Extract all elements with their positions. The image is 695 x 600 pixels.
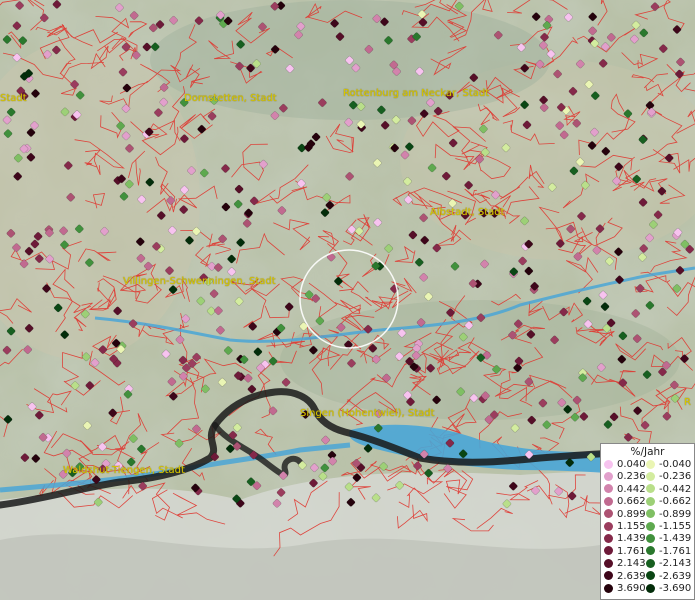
legend-value: 0.899	[617, 508, 646, 520]
legend-entry: -1.439	[646, 533, 691, 544]
legend-swatch	[646, 571, 655, 581]
legend-swatch	[646, 558, 655, 568]
city-label: Villingen-Schwenningen, Stadt	[123, 276, 276, 287]
legend-swatch	[646, 459, 655, 469]
legend-value: 1.761	[617, 545, 646, 557]
city-label: Dornstetten, Stadt	[184, 93, 277, 104]
city-label: R	[684, 397, 691, 408]
legend-swatch	[604, 496, 613, 506]
legend-value: 0.442	[617, 483, 646, 495]
legend-value: -2.639	[659, 570, 692, 582]
legend-swatch	[604, 471, 613, 481]
legend-title: %/Jahr	[630, 446, 665, 458]
legend-value: 0.040	[617, 459, 646, 470]
legend-value: 2.143	[617, 558, 646, 570]
legend-entry: 1.439	[604, 533, 646, 544]
legend-entry: 3.690	[604, 583, 646, 594]
legend-swatch	[646, 546, 655, 556]
city-label: Albstadt, Stadt	[430, 207, 505, 218]
legend-entry: 0.236	[604, 471, 646, 482]
legend-entry: -0.442	[646, 484, 691, 495]
legend-entry: 1.155	[604, 521, 646, 532]
legend-swatch	[646, 583, 655, 593]
legend-entry: 2.639	[604, 571, 646, 582]
legend-entry: 2.143	[604, 558, 646, 569]
city-label: Singen (Hohentwiel), Stadt	[300, 408, 435, 419]
legend-value: -0.236	[659, 471, 692, 483]
legend-entry: -0.040	[646, 459, 691, 470]
legend-value: -0.442	[659, 483, 692, 495]
legend-entry: 0.442	[604, 484, 646, 495]
legend-swatch	[604, 546, 613, 556]
legend-value: -0.662	[659, 496, 692, 508]
legend-value: 1.439	[617, 533, 646, 545]
city-label: Stadt	[0, 93, 27, 104]
legend-entry: -0.899	[646, 509, 691, 520]
legend-swatch	[604, 484, 613, 494]
legend-swatch	[646, 521, 655, 531]
legend-swatch	[646, 484, 655, 494]
legend-value: -1.155	[659, 521, 692, 532]
legend-swatch	[646, 533, 655, 543]
legend-value: -3.690	[659, 583, 692, 594]
legend-value: -1.761	[659, 545, 692, 557]
legend-value: 0.236	[617, 471, 646, 483]
city-label: Waldshut-Tiengen, Stadt	[63, 465, 185, 476]
legend-entry: 0.662	[604, 496, 646, 507]
legend: %/Jahr 0.040 -0.040 0.236 -0.236 0.442 -0.442…	[600, 443, 695, 600]
legend-entry: -0.662	[646, 496, 691, 507]
legend-entry: -2.639	[646, 571, 691, 582]
legend-entry: -2.143	[646, 558, 691, 569]
legend-value: 2.639	[617, 570, 646, 582]
legend-swatch	[604, 533, 613, 543]
legend-value: 0.662	[617, 496, 646, 508]
legend-value: -0.040	[659, 459, 692, 470]
legend-value: -2.143	[659, 558, 692, 570]
legend-swatch	[604, 583, 613, 593]
city-label: Rottenburg am Neckar, Stadt	[343, 88, 490, 99]
legend-entry: -1.155	[646, 521, 691, 532]
legend-swatch	[646, 496, 655, 506]
legend-entry: -0.236	[646, 471, 691, 482]
legend-value: -0.899	[659, 508, 692, 520]
legend-entry: 0.040	[604, 459, 646, 470]
legend-entry: 0.899	[604, 509, 646, 520]
legend-value: 3.690	[617, 583, 646, 594]
legend-entry: 1.761	[604, 546, 646, 557]
legend-swatch	[646, 471, 655, 481]
legend-value: 1.155	[617, 521, 646, 532]
legend-swatch	[604, 571, 613, 581]
legend-value: -1.439	[659, 533, 692, 545]
legend-swatch	[604, 459, 613, 469]
legend-entry: -1.761	[646, 546, 691, 557]
legend-swatch	[604, 558, 613, 568]
legend-entry: -3.690	[646, 583, 691, 594]
legend-swatch	[646, 509, 655, 519]
legend-swatch	[604, 509, 613, 519]
legend-swatch	[604, 521, 613, 531]
